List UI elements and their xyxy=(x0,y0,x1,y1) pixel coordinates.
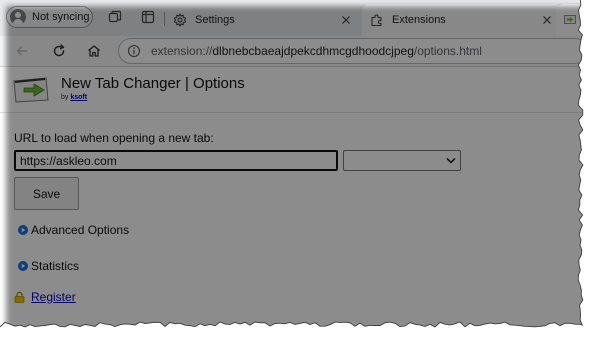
url-host: dlbnebcbaeajdpekcdhmcgdhoodcjpeg xyxy=(212,44,414,58)
advanced-options-toggle[interactable]: Advanced Options xyxy=(18,223,129,237)
address-bar[interactable]: extension://dlbnebcbaeajdpekcdhmcgdhoodc… xyxy=(118,38,582,64)
register-link[interactable]: Register xyxy=(31,290,76,304)
url-field-label: URL to load when opening a new tab: xyxy=(14,131,214,145)
expand-arrow-icon xyxy=(18,261,28,271)
statistics-toggle[interactable]: Statistics xyxy=(18,259,79,273)
workspaces-icon[interactable] xyxy=(108,10,122,24)
lock-icon xyxy=(14,291,25,303)
byline: by ksoft xyxy=(61,94,87,101)
tab-strip: Not syncing Settings Extensions xyxy=(0,0,582,36)
byline-prefix: by xyxy=(61,94,69,101)
profile-label: Not syncing xyxy=(32,11,90,23)
vertical-tabs-icon[interactable] xyxy=(141,10,155,24)
save-button[interactable]: Save xyxy=(14,177,79,210)
back-icon[interactable] xyxy=(14,43,30,59)
extension-logo xyxy=(13,77,49,103)
tab-new-tab-changer[interactable] xyxy=(556,4,582,36)
author-link[interactable]: ksoft xyxy=(70,94,87,101)
gear-icon xyxy=(173,13,187,27)
advanced-options-label: Advanced Options xyxy=(31,223,130,237)
new-tab-url-input[interactable] xyxy=(14,150,338,171)
tab-extensions[interactable]: Extensions xyxy=(362,4,562,36)
toolbar: extension://dlbnebcbaeajdpekcdhmcgdhoodc… xyxy=(0,36,582,67)
avatar xyxy=(10,9,26,25)
tab-settings-label: Settings xyxy=(195,14,235,26)
address-url: extension://dlbnebcbaeajdpekcdhmcgdhoodc… xyxy=(151,44,482,58)
url-preset-select[interactable] xyxy=(343,150,461,171)
register-row: Register xyxy=(14,290,76,304)
puzzle-icon xyxy=(371,14,382,27)
refresh-icon[interactable] xyxy=(51,43,67,59)
tab-extensions-label: Extensions xyxy=(392,14,446,26)
close-icon[interactable] xyxy=(341,15,351,25)
home-icon[interactable] xyxy=(86,43,102,59)
page-title: New Tab Changer | Options xyxy=(61,75,245,92)
options-page: New Tab Changer | Options by ksoft URL t… xyxy=(0,67,582,327)
url-path: /options.html xyxy=(413,44,482,58)
expand-arrow-icon xyxy=(18,225,28,235)
profile-button[interactable]: Not syncing xyxy=(6,6,93,28)
tab-settings[interactable]: Settings xyxy=(165,4,361,36)
chevron-down-icon xyxy=(446,157,456,164)
browser-window: Not syncing Settings Extensions extensio… xyxy=(0,0,582,327)
site-info-icon[interactable] xyxy=(127,44,141,58)
header-divider xyxy=(0,112,582,113)
url-scheme: extension:// xyxy=(151,44,213,58)
close-icon[interactable] xyxy=(542,15,552,25)
extension-arrow-icon xyxy=(564,15,576,24)
statistics-label: Statistics xyxy=(31,259,80,273)
